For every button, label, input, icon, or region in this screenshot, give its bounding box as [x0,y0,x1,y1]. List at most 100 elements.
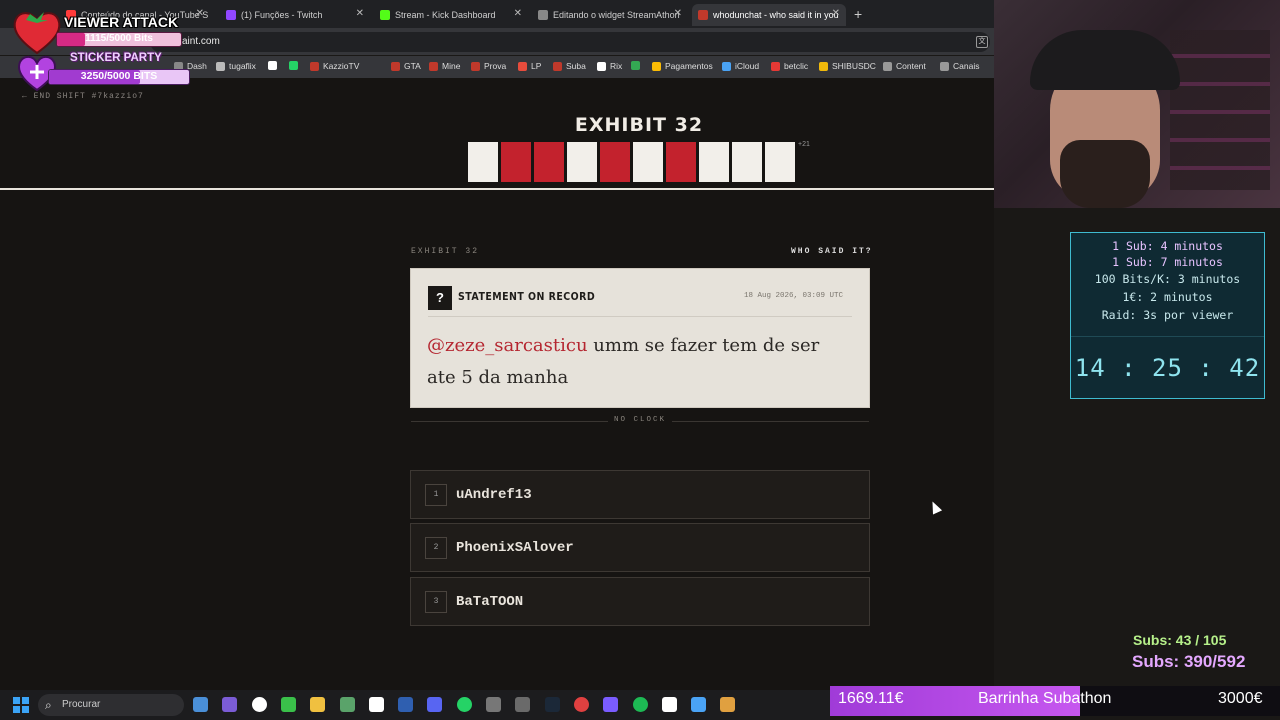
bookmark-icon [631,61,640,70]
app-red-icon[interactable] [573,697,589,712]
bookmark-icon [652,61,661,71]
folder-icon[interactable] [310,697,326,712]
answer-option-3[interactable]: 3 BaTaTOON [410,577,870,626]
capcut-icon[interactable] [368,697,384,712]
bookmark-label: Canais [953,61,980,71]
bookmark-11[interactable]: Rix [597,61,622,71]
webcam-shelf [1170,30,1270,190]
notes-icon[interactable] [691,697,707,712]
bookmark-14[interactable]: iCloud [722,61,759,71]
bookmark-icon [819,61,828,71]
new-tab-button[interactable]: + [854,6,862,22]
taskbar-search[interactable] [38,694,184,716]
bookmark-12[interactable] [631,61,640,70]
timer-rule: 1 Sub: 7 minutos [1112,255,1223,269]
bookmark-6[interactable]: GTA [391,61,421,71]
search-icon: ⌕ [45,698,52,712]
tab-favicon-icon [538,10,548,20]
sticker-party-label: STICKER PARTY [70,52,162,64]
webcam-hat [1030,30,1180,90]
whatsapp-icon[interactable] [456,697,472,712]
exhibit-subtitle: EXHIBIT 32 [411,247,480,256]
bookmark-17[interactable]: Content [883,61,926,71]
statement-date: 18 Aug 2026, 03:09 UTC [744,292,844,300]
browser-icon[interactable] [280,697,296,712]
bookmark-13[interactable]: Pagamentos [652,61,713,71]
tab-title: Stream - Kick Dashboard [395,10,496,20]
bookmark-4[interactable] [289,61,298,70]
steam-icon[interactable] [544,697,560,712]
calculator-icon[interactable] [339,697,355,712]
option-name: PhoenixSAlover [456,539,574,556]
close-icon[interactable]: ✕ [356,8,364,19]
bookmark-3[interactable] [268,61,277,70]
close-icon[interactable]: ✕ [514,8,522,19]
epic-games-icon[interactable] [486,697,501,712]
address-text: aint.com [182,36,220,47]
bookmark-18[interactable]: Canais [940,61,979,71]
address-bar[interactable] [150,32,990,52]
windows-start-icon[interactable] [13,697,29,713]
chrome-icon[interactable] [251,697,267,712]
close-icon[interactable]: ✕ [832,8,840,19]
browser-tab-5[interactable]: whodunchat - who said it in you ✕ [692,4,846,26]
close-icon[interactable]: ✕ [674,8,682,19]
bookmark-icon [722,61,731,71]
option-number: 2 [425,536,447,559]
bookmark-9[interactable]: LP [518,61,541,71]
subs-counter-goal: Subs: 43 / 105 [1133,632,1227,648]
bookmark-16[interactable]: SHIBUSDC [819,61,876,71]
spotify-icon[interactable] [632,697,648,712]
history-square-white [765,142,795,182]
history-square-white [699,142,729,182]
drive-icon[interactable] [720,697,736,712]
photoshop-icon[interactable] [398,697,414,712]
translate-icon[interactable]: 文 [976,36,988,48]
history-square-white [468,142,498,182]
history-square-red [501,142,531,182]
timer-rule: 1€: 2 minutos [1122,290,1213,304]
bookmark-15[interactable]: betclic [771,61,808,71]
bookmark-icon [429,61,438,71]
subathon-bar-title: Barrinha Subathon [978,690,1112,707]
bookmark-2[interactable]: tugaflix [216,61,256,71]
header-divider [0,188,994,190]
bookmark-label: SHIBUSDC [832,61,876,71]
bookmark-icon [883,61,892,71]
bookmark-icon [553,61,562,71]
history-square-white [567,142,597,182]
bookmark-label: KazzioTV [323,61,360,71]
tab-title: (1) Funções - Twitch [241,10,323,20]
bookmark-label: Content [896,61,926,71]
bookmark-icon [310,61,319,71]
capture-icon[interactable] [222,697,238,712]
webcam-beard [1060,140,1150,208]
bookmark-5[interactable]: KazzioTV [310,61,359,71]
bookmark-icon [518,61,527,71]
browser-tab-3[interactable]: Stream - Kick Dashboard ✕ [374,4,528,26]
statement-label: STATEMENT ON RECORD [458,291,596,303]
browser-tab-4[interactable]: Editando o widget StreamAthon ✕ [532,4,688,26]
history-square-red [666,142,696,182]
tab-title: whodunchat - who said it in you [713,10,839,20]
bookmark-icon [597,61,606,71]
subs-counter-total: Subs: 390/592 [1132,652,1246,671]
answer-option-2[interactable]: 2 PhoenixSAlover [410,523,870,572]
taskbar-search-placeholder: Procurar [62,699,101,710]
no-clock-label: NO CLOCK [608,416,673,424]
bookmark-7[interactable]: Mine [429,61,460,71]
calendar-icon[interactable] [603,697,619,712]
editor-icon[interactable] [661,697,677,712]
discord-icon[interactable] [427,697,443,712]
answer-option-1[interactable]: 1 uAndref13 [410,470,870,519]
browser-tab-2[interactable]: (1) Funções - Twitch ✕ [220,4,370,26]
settings-icon[interactable] [515,697,531,712]
close-icon[interactable]: ✕ [196,8,204,19]
history-square-red [600,142,630,182]
bookmark-10[interactable]: Suba [553,61,586,71]
widgets-icon[interactable] [193,697,208,712]
end-shift-link[interactable]: ← END SHIFT #7kazzio7 [22,92,144,101]
bookmark-8[interactable]: Prova [471,61,506,71]
history-square-white [732,142,762,182]
bookmark-icon [268,61,277,70]
